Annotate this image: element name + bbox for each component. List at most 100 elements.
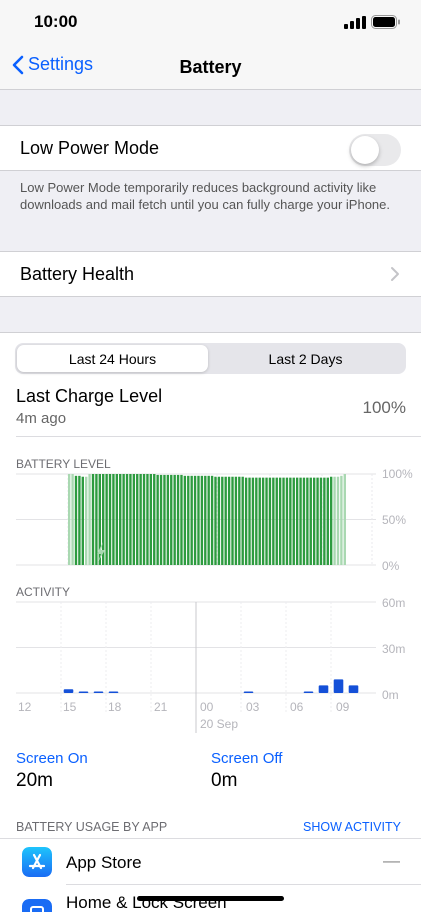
- battery-level-bar: [166, 474, 170, 565]
- activity-x-tick: 06: [290, 700, 304, 714]
- battery-level-bar: [71, 474, 74, 565]
- battery-level-bar: [306, 477, 309, 565]
- activity-bar: [333, 679, 344, 693]
- activity-chart: [16, 601, 376, 733]
- battery-level-bar: [302, 477, 306, 565]
- last-charge-time: 4m ago: [16, 410, 67, 427]
- low-power-mode-label: Low Power Mode: [20, 138, 160, 158]
- battery-level-bar: [197, 475, 200, 565]
- battery-level-bar: [78, 475, 81, 565]
- segment-last-24-hours[interactable]: Last 24 Hours: [17, 351, 208, 367]
- battery-level-bar: [132, 474, 136, 565]
- section-spacer: [0, 90, 421, 125]
- battery-level-bar: [85, 476, 88, 565]
- battery-level-bar: [190, 475, 193, 565]
- home-screen-icon: [22, 899, 52, 912]
- activity-bar: [243, 691, 254, 693]
- battery-level-bar: [119, 474, 122, 565]
- screen-off-label: Screen Off: [211, 750, 283, 767]
- battery-level-bar: [292, 477, 295, 565]
- battery-health-row[interactable]: Battery Health: [0, 252, 421, 296]
- usage-title: BATTERY USAGE BY APP: [16, 820, 168, 834]
- battery-level-bar: [81, 476, 84, 565]
- status-time: 10:00: [34, 12, 78, 31]
- activity-y-tick: 60m: [382, 596, 406, 610]
- battery-level-bar: [204, 475, 207, 565]
- battery-level-bar: [255, 477, 258, 565]
- screen-on-label: Screen On: [16, 750, 88, 767]
- battery-level-bar: [224, 476, 227, 565]
- last-charge-value: 100%: [362, 398, 406, 417]
- activity-x-tick: 00: [200, 700, 214, 714]
- activity-x-tick: 03: [246, 700, 260, 714]
- app-store-icon: [22, 847, 52, 877]
- battery-level-bar: [122, 474, 125, 565]
- battery-level-bar: [88, 474, 91, 565]
- battery-level-bar: [156, 474, 159, 565]
- segment-last-2-days[interactable]: Last 2 Days: [210, 351, 401, 367]
- battery-level-bar: [183, 475, 187, 565]
- battery-level-bar: [74, 475, 78, 565]
- battery-level-bar: [251, 477, 255, 565]
- activity-title: ACTIVITY: [16, 585, 71, 599]
- toggle-knob: [351, 136, 379, 164]
- battery-y-tick: 50%: [382, 513, 407, 527]
- battery-level-bar: [125, 474, 129, 565]
- battery-level-bar: [210, 475, 214, 565]
- battery-level-bar: [139, 474, 142, 565]
- battery-level-bar: [272, 477, 275, 565]
- battery-level-bar: [170, 474, 173, 565]
- app-usage-row[interactable]: App Store —: [0, 839, 421, 884]
- battery-level-bar: [217, 476, 221, 565]
- show-activity-button[interactable]: SHOW ACTIVITY: [303, 820, 401, 834]
- activity-y-tick: 0m: [382, 688, 399, 702]
- battery-level-bar: [187, 475, 190, 565]
- battery-level-bar: [248, 477, 251, 565]
- battery-level-bar: [340, 475, 343, 565]
- home-indicator[interactable]: [137, 896, 284, 901]
- battery-level-bar: [258, 477, 261, 565]
- battery-level-bar: [105, 474, 108, 565]
- battery-level-bar: [91, 474, 95, 565]
- battery-level-bar: [295, 477, 299, 565]
- battery-level-bar: [312, 477, 316, 565]
- last-charge-label: Last Charge Level: [16, 386, 163, 406]
- battery-level-bar: [200, 475, 204, 565]
- page-title: Battery: [179, 57, 242, 77]
- app-usage-value: —: [383, 851, 400, 870]
- low-power-footnote: Low Power Mode temporarily reduces backg…: [20, 180, 390, 212]
- screen-off-value: 0m: [211, 770, 238, 791]
- battery-level-bar: [261, 477, 265, 565]
- battery-level-bar: [326, 477, 329, 565]
- battery-level-bar: [176, 474, 180, 565]
- battery-level-bar: [343, 474, 346, 565]
- battery-level-chart: [16, 473, 376, 566]
- activity-bar: [318, 685, 329, 693]
- battery-level-bar: [278, 477, 282, 565]
- battery-level-bar: [95, 474, 98, 565]
- battery-level-bar: [142, 474, 146, 565]
- battery-level-bar: [149, 474, 153, 565]
- battery-level-bar: [238, 476, 241, 565]
- chevron-right-icon: [391, 267, 399, 281]
- activity-x-tick: 09: [336, 700, 350, 714]
- battery-y-tick: 100%: [382, 467, 413, 481]
- battery-level-bar: [241, 476, 244, 565]
- battery-level-bar: [163, 474, 166, 565]
- battery-level-bar: [244, 477, 248, 565]
- activity-bar: [78, 691, 89, 693]
- battery-level-bar: [285, 477, 289, 565]
- battery-level-bar: [316, 477, 319, 565]
- app-name: App Store: [66, 853, 142, 872]
- battery-level-bar: [115, 474, 119, 565]
- battery-icon: [371, 15, 400, 29]
- battery-health-label: Battery Health: [20, 264, 135, 284]
- battery-y-tick: 0%: [382, 559, 400, 573]
- navigation-bar: Settings Battery: [0, 44, 421, 90]
- activity-bar: [63, 689, 74, 693]
- battery-level-bar: [129, 474, 132, 565]
- battery-level-bar: [289, 477, 292, 565]
- activity-x-tick: 12: [18, 700, 32, 714]
- battery-level-bar: [159, 474, 163, 565]
- activity-bar: [108, 691, 119, 693]
